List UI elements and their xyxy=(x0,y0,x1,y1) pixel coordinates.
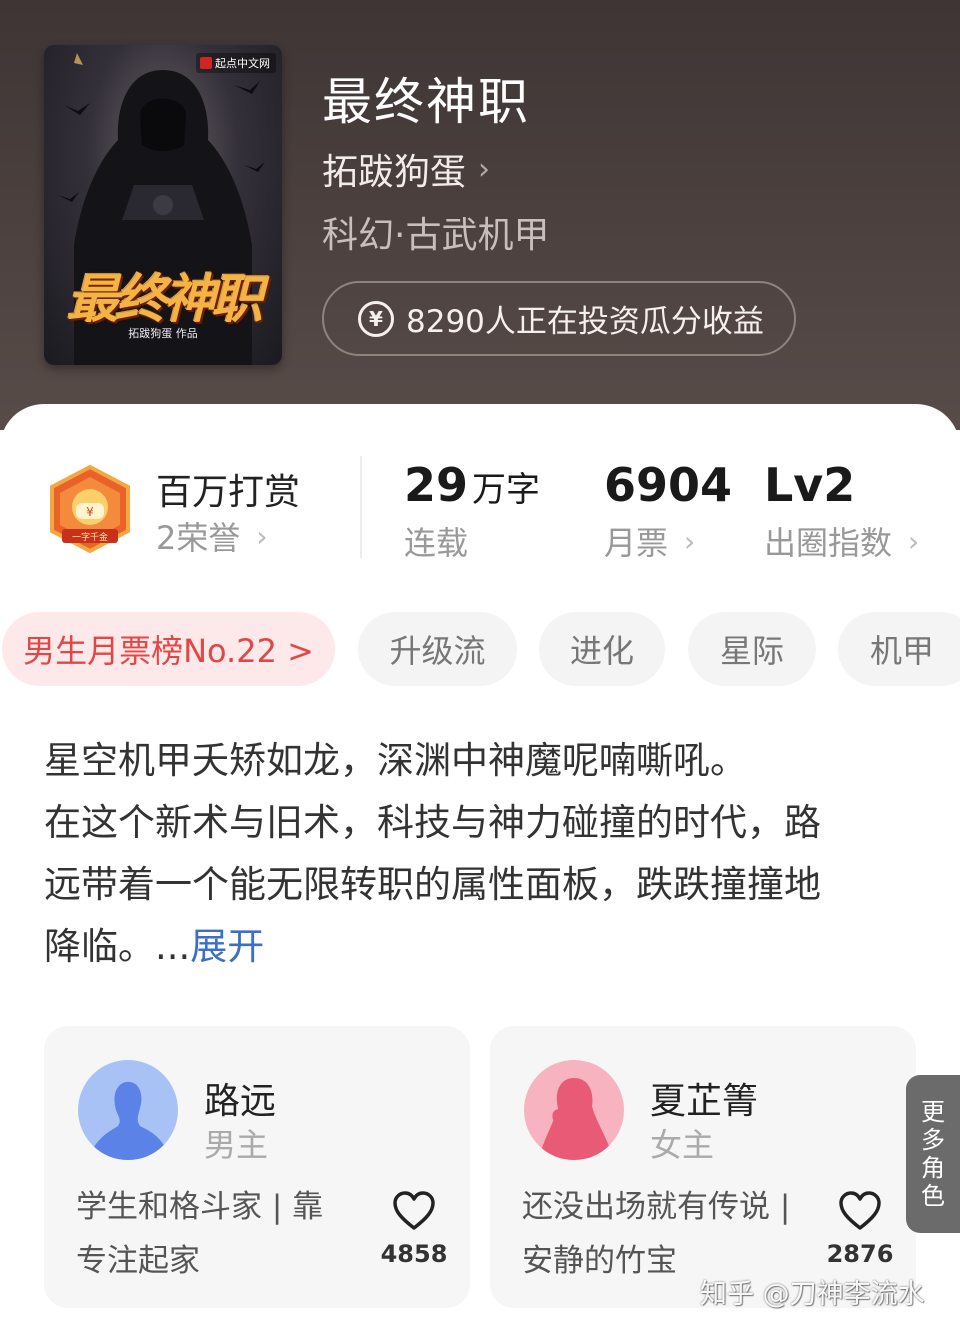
svg-text:¥: ¥ xyxy=(86,505,94,519)
award-honors: 2荣誉 xyxy=(156,519,241,557)
book-genre: 科幻·古武机甲 xyxy=(322,215,550,256)
rank-tag[interactable]: 男生月票榜No.22 > xyxy=(2,612,335,686)
more-characters-button[interactable]: 更 多 角 色 xyxy=(906,1075,960,1233)
book-cover[interactable]: 起点中文网 最终神职 拓跋狗蛋 作品 xyxy=(44,45,282,365)
character-description: 学生和格斗家 | 靠 专注起家 xyxy=(76,1180,346,1288)
synopsis-line: 降临。... xyxy=(44,925,191,968)
brand-logo-icon xyxy=(200,57,212,69)
male-silhouette-icon xyxy=(78,1060,178,1160)
like-count: 4858 xyxy=(380,1240,448,1268)
investment-button[interactable]: ¥ 8290人正在投资瓜分收益 xyxy=(322,281,796,356)
cover-title: 最终神职 xyxy=(66,270,263,330)
monthly-votes-value: 6904 xyxy=(604,458,733,512)
author-link[interactable]: 拓跋狗蛋 › xyxy=(322,143,490,195)
cover-author: 拓跋狗蛋 作品 xyxy=(128,327,198,340)
synopsis-line: 星空机甲夭矫如龙，深渊中神魔呢喃嘶吼。 xyxy=(44,739,747,782)
character-name: 路远 xyxy=(204,1081,277,1122)
character-name: 夏芷箐 xyxy=(650,1081,759,1122)
chevron-right-icon: › xyxy=(256,519,268,553)
popularity-value: Lv2 xyxy=(764,458,856,512)
badge-text: 一字千金 xyxy=(72,531,108,543)
synopsis: 星空机甲夭矫如龙，深渊中神魔呢喃嘶吼。 在这个新术与旧术，科技与神力碰撞的时代，… xyxy=(44,730,924,978)
serial-status-label: 连载 xyxy=(404,524,469,562)
like-button[interactable]: 4858 xyxy=(374,1190,454,1268)
popularity-label: 出圈指数 xyxy=(764,524,893,562)
character-card[interactable]: 路远 男主 学生和格斗家 | 靠 专注起家 4858 xyxy=(44,1026,470,1308)
word-count-number: 29 xyxy=(404,458,469,512)
like-count: 2876 xyxy=(826,1240,894,1268)
character-role: 男主 xyxy=(204,1126,269,1164)
award-badge-icon[interactable]: ¥ 一字千金 xyxy=(44,463,136,555)
award-title: 百万打赏 xyxy=(156,472,301,513)
monthly-votes-link[interactable]: 月票 › xyxy=(604,518,695,564)
character-role: 女主 xyxy=(650,1126,715,1164)
word-count-value: 29 万字 xyxy=(404,458,540,512)
award-honors-link[interactable]: 2荣誉 › xyxy=(156,513,268,559)
tag-chip[interactable]: 机甲 xyxy=(838,612,960,686)
more-roles-char: 色 xyxy=(921,1182,945,1210)
chevron-right-icon: › xyxy=(684,524,696,558)
author-name: 拓跋狗蛋 xyxy=(322,152,467,193)
more-roles-char: 角 xyxy=(921,1154,945,1182)
character-card[interactable]: 夏芷箐 女主 还没出场就有传说 | 安静的竹宝 2876 xyxy=(490,1026,916,1308)
cover-brand-text: 起点中文网 xyxy=(215,57,270,70)
avatar xyxy=(78,1060,178,1160)
serial-status: 连载 xyxy=(404,518,468,564)
chevron-right-icon: › xyxy=(478,151,491,187)
avatar xyxy=(524,1060,624,1160)
expand-link[interactable]: 展开 xyxy=(190,925,264,968)
investment-text: 8290人正在投资瓜分收益 xyxy=(406,304,764,340)
popularity-link[interactable]: 出圈指数 › xyxy=(764,518,919,564)
tag-chip[interactable]: 进化 xyxy=(539,612,665,686)
book-header: 起点中文网 最终神职 拓跋狗蛋 作品 最终神职 拓跋狗蛋 › 科幻·古武机甲 ¥… xyxy=(0,0,960,430)
watermark: 知乎 @刀神李流水 xyxy=(700,1279,925,1310)
character-desc-line: 还没出场就有传说 | xyxy=(522,1189,791,1225)
more-roles-char: 更 xyxy=(921,1098,945,1126)
book-title: 最终神职 xyxy=(322,73,530,131)
tag-chip[interactable]: 升级流 xyxy=(358,612,517,686)
stats-divider xyxy=(360,456,362,558)
synopsis-line: 远带着一个能无限转职的属性面板，跌跌撞撞地 xyxy=(44,863,821,906)
monthly-votes-label: 月票 xyxy=(604,524,669,562)
yen-coin-icon: ¥ xyxy=(358,300,394,337)
synopsis-last-line: 降临。...展开 xyxy=(44,916,924,978)
word-count-unit: 万字 xyxy=(472,470,541,510)
character-desc-line: 学生和格斗家 | 靠 xyxy=(76,1189,324,1225)
like-button[interactable]: 2876 xyxy=(820,1190,900,1268)
cover-brand-label: 起点中文网 xyxy=(196,53,276,73)
character-desc-line: 专注起家 xyxy=(76,1243,200,1279)
heart-icon xyxy=(393,1191,435,1230)
tag-chip[interactable]: 星际 xyxy=(688,612,816,686)
chevron-right-icon: › xyxy=(908,524,920,558)
female-silhouette-icon xyxy=(524,1060,624,1160)
synopsis-line: 在这个新术与旧术，科技与神力碰撞的时代，路 xyxy=(44,801,821,844)
heart-icon xyxy=(839,1191,881,1230)
more-roles-char: 多 xyxy=(921,1126,945,1154)
